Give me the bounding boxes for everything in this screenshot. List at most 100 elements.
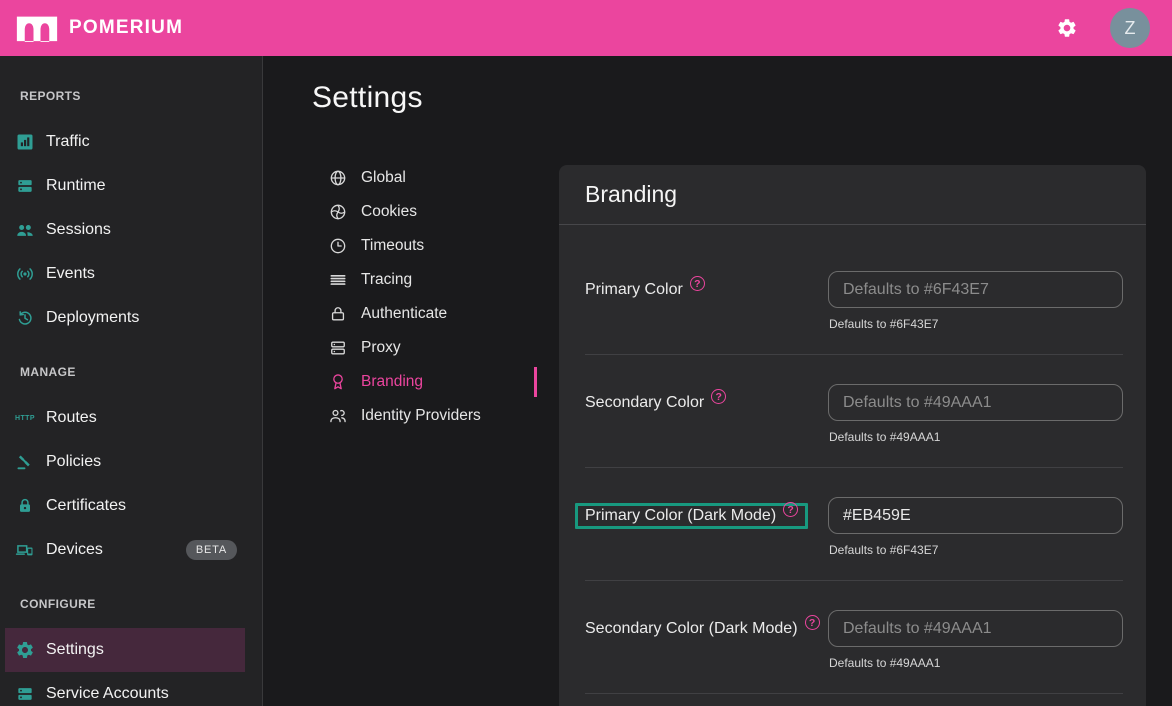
field-row-primary-color-dark: Primary Color (Dark Mode) Defaults to #6…: [559, 468, 1146, 581]
annotation-highlight-box: Primary Color (Dark Mode): [575, 503, 808, 529]
secondary-color-input[interactable]: [828, 384, 1123, 421]
subnav-item-authenticate[interactable]: Authenticate: [328, 297, 512, 331]
deployments-icon: [14, 307, 36, 329]
sidebar-item-label: Events: [46, 265, 95, 283]
page-title: Settings: [312, 78, 1146, 118]
help-icon[interactable]: [783, 502, 798, 517]
sidebar-item-label: Policies: [46, 453, 101, 471]
pomerium-aqueduct-icon: [16, 10, 58, 46]
primary-color-dark-input[interactable]: [828, 497, 1123, 534]
brand-name: POMERIUM: [69, 17, 183, 39]
field-row-primary-color: Primary Color Defaults to #6F43E7: [559, 242, 1146, 355]
sidebar-item-events[interactable]: Events: [0, 252, 262, 296]
subnav-item-global[interactable]: Global: [328, 161, 512, 195]
helper-text: Defaults to #6F43E7: [828, 543, 1123, 557]
http-icon: HTTP: [14, 407, 36, 429]
subnav-item-branding[interactable]: Branding: [328, 365, 512, 399]
devices-icon: [14, 539, 36, 561]
sidebar-item-label: Runtime: [46, 177, 106, 195]
sidebar-item-deployments[interactable]: Deployments: [0, 296, 262, 340]
field-label: Secondary Color: [585, 384, 726, 421]
sidebar-item-policies[interactable]: Policies: [0, 440, 262, 484]
sidebar-item-label: Sessions: [46, 221, 111, 239]
helper-text: Defaults to #49AAA1: [828, 430, 1123, 444]
sidebar-item-devices[interactable]: Devices BETA: [0, 528, 262, 572]
subnav-item-identity-providers[interactable]: Identity Providers: [328, 399, 512, 433]
field-row-secondary-color-dark: Secondary Color (Dark Mode) Defaults to …: [559, 581, 1146, 694]
active-tab-indicator: [534, 367, 537, 397]
runtime-icon: [14, 175, 36, 197]
field-label-text: Secondary Color: [585, 394, 704, 412]
subnav-item-timeouts[interactable]: Timeouts: [328, 229, 512, 263]
subnav-item-cookies[interactable]: Cookies: [328, 195, 512, 229]
padlock-icon: [328, 304, 348, 324]
globe-icon: [328, 168, 348, 188]
sidebar-item-traffic[interactable]: Traffic: [0, 120, 262, 164]
section-label-configure: CONFIGURE: [0, 596, 262, 612]
section-label-reports: REPORTS: [0, 88, 262, 104]
subnav-item-label: Proxy: [361, 339, 401, 357]
field-label: Primary Color: [585, 271, 705, 308]
subnav-item-tracing[interactable]: Tracing: [328, 263, 512, 297]
field-label: Secondary Color (Dark Mode): [585, 610, 820, 647]
server-icon: [328, 338, 348, 358]
sidebar-item-label: Traffic: [46, 133, 90, 151]
sidebar-item-settings[interactable]: Settings: [5, 628, 245, 672]
award-icon: [328, 372, 348, 392]
beta-badge: BETA: [186, 540, 237, 560]
subnav-item-label: Identity Providers: [361, 407, 481, 425]
field-label-text: Secondary Color (Dark Mode): [585, 620, 798, 638]
help-icon[interactable]: [711, 389, 726, 404]
sidebar-item-service-accounts[interactable]: Service Accounts: [0, 672, 262, 706]
secondary-color-dark-input[interactable]: [828, 610, 1123, 647]
subnav-item-proxy[interactable]: Proxy: [328, 331, 512, 365]
clock-icon: [328, 236, 348, 256]
settings-gear-icon[interactable]: [1056, 17, 1078, 39]
sessions-icon: [14, 219, 36, 241]
sidebar-item-label: Deployments: [46, 309, 139, 327]
main-content: Settings Global Cookies Timeouts: [263, 56, 1172, 706]
sidebar-item-label: Service Accounts: [46, 685, 169, 703]
events-icon: [14, 263, 36, 285]
gavel-icon: [14, 451, 36, 473]
subnav-item-label: Cookies: [361, 203, 417, 221]
section-label-manage: MANAGE: [0, 364, 262, 380]
app-bar: POMERIUM Z: [0, 0, 1172, 56]
sidebar: REPORTS Traffic Runtime Sessions Events …: [0, 56, 263, 706]
settings-subnav: Global Cookies Timeouts Tracing: [312, 161, 512, 433]
avatar[interactable]: Z: [1110, 8, 1150, 48]
card-title: Branding: [559, 165, 1146, 225]
field-row-secondary-color: Secondary Color Defaults to #49AAA1: [559, 355, 1146, 468]
avatar-initial: Z: [1125, 18, 1136, 39]
brand-logo: POMERIUM: [16, 10, 183, 46]
field-label: Primary Color (Dark Mode): [585, 497, 808, 534]
help-icon[interactable]: [805, 615, 820, 630]
sidebar-item-certificates[interactable]: Certificates: [0, 484, 262, 528]
sidebar-item-label: Certificates: [46, 497, 126, 515]
sidebar-item-label: Routes: [46, 409, 97, 427]
cookie-icon: [328, 202, 348, 222]
subnav-item-label: Authenticate: [361, 305, 447, 323]
sidebar-item-label: Devices: [46, 541, 103, 559]
people-icon: [328, 406, 348, 426]
subnav-item-label: Branding: [361, 373, 423, 391]
sidebar-item-label: Settings: [46, 641, 104, 659]
subnav-item-label: Global: [361, 169, 406, 187]
subnav-item-label: Tracing: [361, 271, 412, 289]
lock-icon: [14, 495, 36, 517]
sidebar-item-sessions[interactable]: Sessions: [0, 208, 262, 252]
branding-card: Branding Primary Color Defaults to #6F43…: [559, 165, 1146, 706]
subnav-item-label: Timeouts: [361, 237, 424, 255]
field-label-text: Primary Color (Dark Mode): [585, 507, 776, 525]
sidebar-item-runtime[interactable]: Runtime: [0, 164, 262, 208]
sidebar-item-routes[interactable]: HTTP Routes: [0, 396, 262, 440]
helper-text: Defaults to #6F43E7: [828, 317, 1123, 331]
help-icon[interactable]: [690, 276, 705, 291]
gear-icon: [14, 639, 36, 661]
field-label-text: Primary Color: [585, 281, 683, 299]
helper-text: Defaults to #49AAA1: [828, 656, 1123, 670]
lines-icon: [328, 270, 348, 290]
traffic-icon: [14, 131, 36, 153]
accounts-icon: [14, 683, 36, 705]
primary-color-input[interactable]: [828, 271, 1123, 308]
